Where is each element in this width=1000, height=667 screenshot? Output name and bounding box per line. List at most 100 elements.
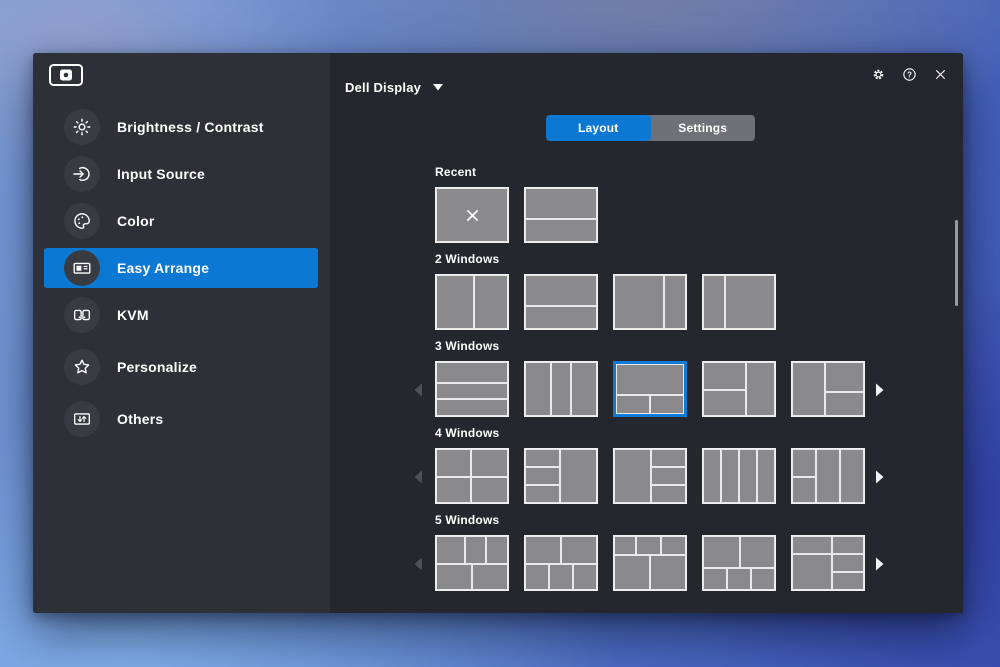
section-3-windows: 3 Windows xyxy=(435,339,865,418)
scroll-right-button[interactable] xyxy=(875,557,885,571)
scroll-right-button[interactable] xyxy=(875,470,885,484)
layout-tile[interactable] xyxy=(702,448,776,504)
layout-tile[interactable] xyxy=(702,361,776,417)
layout-tile[interactable] xyxy=(435,361,509,417)
layout-cell xyxy=(664,275,686,329)
layout-cell xyxy=(525,306,597,329)
sidebar-item-kvm[interactable]: KVM xyxy=(44,295,318,335)
layout-tile[interactable] xyxy=(524,535,598,591)
section-label: 3 Windows xyxy=(435,339,865,356)
section-label: 2 Windows xyxy=(435,252,865,269)
layout-cell xyxy=(703,568,727,590)
sidebar-nav: Brightness / Contrast Input Source Color Ea… xyxy=(33,107,330,439)
main-content: Dell Display ? LayoutSettings Recent2 Wi… xyxy=(330,53,963,613)
tab-settings[interactable]: Settings xyxy=(651,115,756,141)
layout-cell xyxy=(525,536,561,564)
layout-cell xyxy=(436,564,472,590)
tile-strip xyxy=(435,535,865,592)
layout-cell xyxy=(560,449,597,503)
layout-cell xyxy=(825,362,864,392)
layout-tile[interactable] xyxy=(613,535,687,591)
layout-cell xyxy=(474,275,508,329)
scroll-left-button[interactable] xyxy=(413,557,423,571)
sidebar-item-color[interactable]: Color xyxy=(44,201,318,241)
sidebar: Brightness / Contrast Input Source Color Ea… xyxy=(33,53,330,613)
layout-cell xyxy=(661,536,686,555)
section-label: 4 Windows xyxy=(435,426,865,443)
scroll-left-button[interactable] xyxy=(413,383,423,397)
layout-tile[interactable] xyxy=(613,274,687,330)
layout-tile[interactable] xyxy=(524,361,598,417)
layout-tile[interactable] xyxy=(791,448,865,504)
layout-tile[interactable] xyxy=(435,274,509,330)
layout-cell xyxy=(727,568,751,590)
svg-text:?: ? xyxy=(907,70,912,79)
layout-cell xyxy=(740,536,775,568)
layout-tile[interactable] xyxy=(524,448,598,504)
chevron-down-icon xyxy=(433,84,443,91)
personalize-icon xyxy=(64,349,100,385)
layout-tile[interactable] xyxy=(435,448,509,504)
scrollbar[interactable] xyxy=(955,220,958,306)
help-icon: ? xyxy=(901,66,918,83)
layout-tile[interactable] xyxy=(524,187,598,243)
layout-cell xyxy=(792,554,832,590)
layout-tile[interactable] xyxy=(702,274,776,330)
layout-cell xyxy=(725,275,775,329)
layout-tile[interactable] xyxy=(435,187,509,243)
app-logo-icon xyxy=(49,64,83,86)
layout-cell xyxy=(486,536,508,564)
layout-cell xyxy=(525,362,551,416)
sidebar-item-input-source[interactable]: Input Source xyxy=(44,154,318,194)
layout-cell xyxy=(551,362,571,416)
layout-tile[interactable] xyxy=(524,274,598,330)
layout-tile[interactable] xyxy=(702,535,776,591)
layout-cell xyxy=(436,449,471,477)
layout-cell xyxy=(751,568,775,590)
tab-layout[interactable]: Layout xyxy=(546,115,651,141)
layout-tile[interactable] xyxy=(791,535,865,591)
scroll-right-button[interactable] xyxy=(875,383,885,397)
layout-cell xyxy=(832,572,864,590)
layout-tile[interactable] xyxy=(435,535,509,591)
sidebar-item-label: KVM xyxy=(117,307,149,323)
sidebar-item-personalize[interactable]: Personalize xyxy=(44,347,318,387)
layout-sections: Recent2 Windows3 Windows4 Windows5 Windo… xyxy=(435,165,865,600)
display-selector-dropdown[interactable]: Dell Display xyxy=(345,80,443,95)
sidebar-item-label: Brightness / Contrast xyxy=(117,119,264,135)
sidebar-item-brightness-contrast[interactable]: Brightness / Contrast xyxy=(44,107,318,147)
sidebar-item-others[interactable]: Others xyxy=(44,399,318,439)
layout-cell xyxy=(525,275,597,306)
layout-cell xyxy=(436,477,471,503)
sidebar-item-label: Color xyxy=(117,213,155,229)
layout-cell xyxy=(472,564,508,590)
layout-tile[interactable] xyxy=(791,361,865,417)
layout-tile[interactable] xyxy=(613,448,687,504)
gear-icon xyxy=(870,66,887,83)
section-4-windows: 4 Windows xyxy=(435,426,865,505)
layout-cell xyxy=(561,536,597,564)
sidebar-item-easy-arrange[interactable]: Easy Arrange xyxy=(44,248,318,288)
tile-strip xyxy=(435,448,865,505)
layout-cell xyxy=(525,188,597,219)
others-icon xyxy=(64,401,100,437)
desktop-wallpaper: Brightness / Contrast Input Source Color Ea… xyxy=(0,0,1000,667)
layout-tile-selected[interactable] xyxy=(613,361,687,417)
scroll-left-button[interactable] xyxy=(413,470,423,484)
layout-cell xyxy=(614,536,636,555)
input-source-icon xyxy=(64,156,100,192)
close-button[interactable] xyxy=(932,66,949,83)
layout-cell xyxy=(840,449,864,503)
help-button[interactable]: ? xyxy=(901,66,918,83)
layout-cell xyxy=(636,536,661,555)
layout-settings-tabs: LayoutSettings xyxy=(546,115,755,141)
layout-cell xyxy=(703,390,746,416)
dell-display-manager-window: Brightness / Contrast Input Source Color Ea… xyxy=(33,53,963,613)
layout-cell xyxy=(703,275,725,329)
layout-cell xyxy=(436,362,508,383)
settings-button[interactable] xyxy=(870,66,887,83)
layout-cell xyxy=(746,362,775,416)
layout-cell xyxy=(757,449,775,503)
layout-cell xyxy=(614,555,650,590)
layout-cell xyxy=(471,477,508,503)
